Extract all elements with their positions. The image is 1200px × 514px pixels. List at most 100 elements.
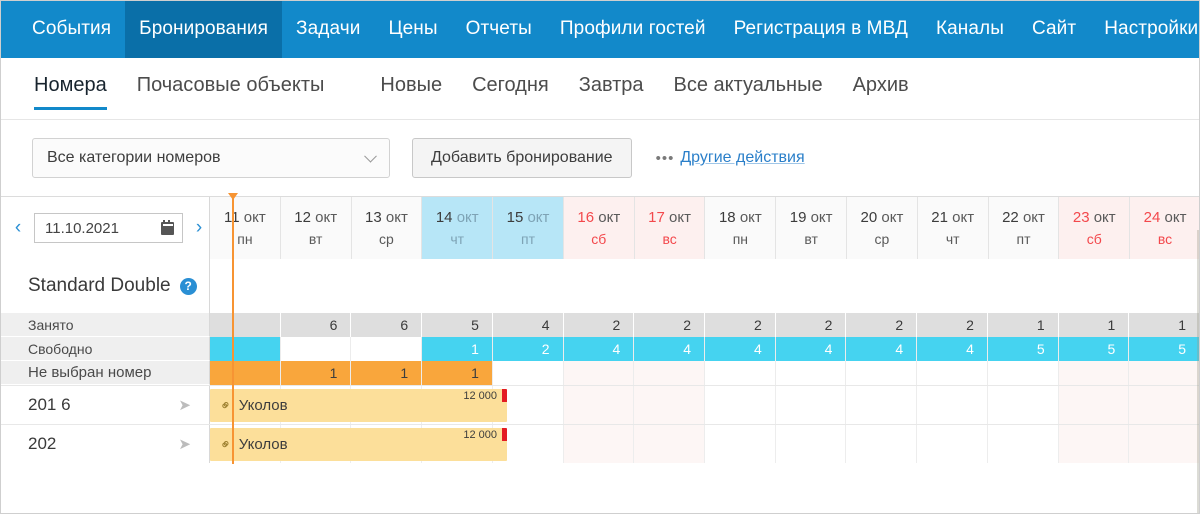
- room-category-select[interactable]: Все категории номеров: [32, 138, 390, 178]
- no-room-cell-1: 1: [280, 361, 352, 385]
- date-day-month: 22 окт: [1002, 209, 1045, 226]
- timeline-cell-13[interactable]: [1129, 386, 1200, 424]
- date-weekday: сб: [591, 231, 607, 247]
- timeline-cell-6[interactable]: [634, 386, 706, 424]
- timeline-cell-12[interactable]: [1058, 425, 1130, 463]
- stats-row-free: Свободно 12444444555: [0, 337, 1200, 361]
- no-room-cell-3: 1: [422, 361, 493, 385]
- nav-item-9[interactable]: Настройки: [1090, 0, 1200, 58]
- timeline-cell-5[interactable]: [563, 386, 635, 424]
- subtab-4[interactable]: Завтра: [579, 70, 644, 108]
- subtab-5[interactable]: Все актуальные: [674, 70, 823, 108]
- calendar-header-row: ‹ 11.10.2021 › 11 окт пн 12 окт вт 13 окт ср 1…: [0, 197, 1200, 259]
- timeline-cell-13[interactable]: [1129, 425, 1200, 463]
- timeline-cell-9[interactable]: [846, 386, 918, 424]
- category-title-text: Standard Double: [28, 275, 171, 296]
- room-rows: 201 6 ➤ ⚭ Уколов 12 000 202 ➤ ⚭ Уколов 12 000: [0, 385, 1200, 463]
- timeline-cell-11[interactable]: [988, 425, 1059, 463]
- timeline-cell-10[interactable]: [917, 386, 988, 424]
- occupied-cell-6: 2: [634, 313, 706, 337]
- nav-item-3[interactable]: Цены: [374, 0, 451, 58]
- add-booking-button[interactable]: Добавить бронирование: [412, 138, 632, 178]
- date-day-month: 21 окт: [931, 209, 975, 226]
- date-column-header-7[interactable]: 18 окт пн: [705, 197, 777, 259]
- nav-item-4[interactable]: Отчеты: [452, 0, 546, 58]
- nav-item-0[interactable]: События: [18, 0, 125, 58]
- timeline-cell-9[interactable]: [846, 425, 918, 463]
- date-column-header-10[interactable]: 21 окт чт: [917, 197, 989, 259]
- timeline-cell-6[interactable]: [634, 425, 706, 463]
- date-columns: 11 окт пн 12 окт вт 13 окт ср 14 окт чт 15 окт пт…: [210, 197, 1200, 259]
- date-column-header-8[interactable]: 19 окт вт: [776, 197, 848, 259]
- ellipsis-icon: •••: [655, 149, 675, 167]
- subtab-2[interactable]: Новые: [380, 70, 442, 108]
- subtab-3[interactable]: Сегодня: [472, 70, 549, 108]
- date-column-header-2[interactable]: 13 окт ср: [351, 197, 423, 259]
- category-cell-7: [705, 259, 776, 313]
- timeline-cell-8[interactable]: [776, 386, 847, 424]
- date-column-header-9[interactable]: 20 окт ср: [847, 197, 918, 259]
- date-day-month: 19 окт: [789, 209, 833, 226]
- subtab-0[interactable]: Номера: [34, 70, 107, 110]
- paper-plane-icon[interactable]: ➤: [178, 396, 191, 414]
- no-room-cell-11: [987, 361, 1059, 385]
- timeline-cell-7[interactable]: [705, 386, 776, 424]
- timeline-cell-12[interactable]: [1058, 386, 1130, 424]
- timeline-cell-8[interactable]: [776, 425, 847, 463]
- next-date-button[interactable]: ›: [189, 215, 209, 241]
- no-room-cell-13: [1129, 361, 1200, 385]
- calendar-icon[interactable]: [161, 219, 174, 235]
- room-label-cell[interactable]: 201 6 ➤: [0, 386, 210, 424]
- date-column-header-12[interactable]: 23 окт сб: [1059, 197, 1131, 259]
- occupied-cell-7: 2: [705, 313, 776, 337]
- room-label-cell[interactable]: 202 ➤: [0, 425, 210, 463]
- stats-label-free: Свободно: [0, 337, 210, 361]
- booking-status-marker: [502, 389, 507, 402]
- timeline-cell-7[interactable]: [705, 425, 776, 463]
- nav-item-2[interactable]: Задачи: [282, 0, 374, 58]
- booking-guest-name: Уколов: [238, 397, 288, 414]
- free-cell-6: 4: [634, 337, 706, 361]
- calendar-grid: ‹ 11.10.2021 › 11 окт пн 12 окт вт 13 окт ср 1…: [0, 193, 1200, 464]
- timeline-cell-11[interactable]: [988, 386, 1059, 424]
- other-actions-link[interactable]: ••• Другие действия: [656, 149, 805, 167]
- paper-plane-icon[interactable]: ➤: [178, 435, 191, 453]
- chevron-down-icon: [364, 149, 377, 163]
- nav-item-7[interactable]: Каналы: [922, 0, 1018, 58]
- date-column-header-13[interactable]: 24 окт вс: [1130, 197, 1200, 259]
- date-column-header-11[interactable]: 22 окт пт: [988, 197, 1060, 259]
- booking-bar[interactable]: ⚭ Уколов 12 000: [210, 389, 507, 422]
- date-column-header-5[interactable]: 16 окт сб: [563, 197, 635, 259]
- subtab-6[interactable]: Архив: [853, 70, 909, 108]
- date-column-header-6[interactable]: 17 окт вс: [634, 197, 706, 259]
- free-cell-12: 5: [1058, 337, 1130, 361]
- free-cell-0: [210, 337, 281, 361]
- other-actions-label: Другие действия: [680, 149, 805, 166]
- date-column-header-0[interactable]: 11 окт пн: [210, 197, 281, 259]
- date-column-header-4[interactable]: 15 окт пт: [493, 197, 564, 259]
- subtab-1[interactable]: Почасовые объекты: [137, 70, 325, 108]
- timeline-cell-5[interactable]: [563, 425, 635, 463]
- nav-item-6[interactable]: Регистрация в МВД: [720, 0, 922, 58]
- booking-price: 12 000: [463, 390, 497, 402]
- nav-item-1[interactable]: Бронирования: [125, 0, 283, 58]
- date-input-value: 11.10.2021: [45, 219, 119, 237]
- room-category-select-value: Все категории номеров: [47, 149, 221, 166]
- free-cell-2: [351, 337, 423, 361]
- prev-date-button[interactable]: ‹: [8, 215, 28, 241]
- date-column-header-1[interactable]: 12 окт вт: [280, 197, 352, 259]
- category-cell-3: [422, 259, 493, 313]
- date-day-month: 17 окт: [648, 209, 691, 226]
- date-column-header-3[interactable]: 14 окт чт: [422, 197, 494, 259]
- date-weekday: пн: [732, 231, 749, 247]
- date-day-month: 24 окт: [1143, 209, 1187, 226]
- timeline-cell-10[interactable]: [917, 425, 988, 463]
- nav-item-5[interactable]: Профили гостей: [546, 0, 720, 58]
- date-input[interactable]: 11.10.2021: [34, 213, 183, 243]
- help-icon[interactable]: ?: [179, 277, 197, 295]
- booking-bar[interactable]: ⚭ Уколов 12 000: [210, 428, 507, 461]
- nav-item-8[interactable]: Сайт: [1018, 0, 1090, 58]
- date-weekday: чт: [450, 231, 465, 247]
- date-weekday: чт: [945, 231, 960, 247]
- date-day-month: 16 окт: [577, 209, 621, 226]
